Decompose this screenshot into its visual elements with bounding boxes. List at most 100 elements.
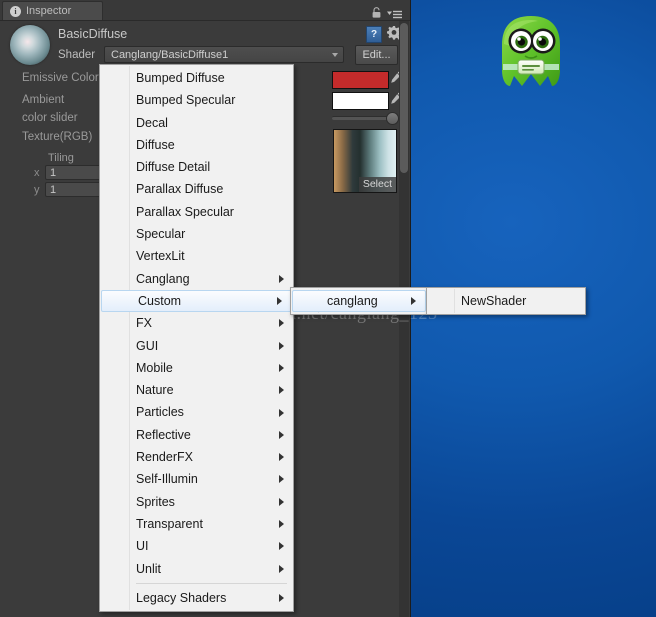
menu-item-self-illumin[interactable]: Self-Illumin (100, 468, 293, 490)
chevron-right-icon (279, 274, 284, 283)
inspector-vertical-scrollbar[interactable] (399, 21, 409, 617)
tiling-y-axis-label: y (34, 184, 40, 196)
menu-item-label: FX (136, 316, 152, 331)
shader-menu-items: Bumped Diffuse Bumped Specular Decal Diffus… (100, 67, 293, 609)
menu-item-vertexlit[interactable]: VertexLit (100, 245, 293, 267)
menu-item-bumped-diffuse[interactable]: Bumped Diffuse (100, 67, 293, 89)
menu-item-label: Particles (136, 405, 184, 420)
menu-item-label: RenderFX (136, 450, 193, 465)
menu-item-fx[interactable]: FX (100, 312, 293, 334)
custom-submenu-items: canglang (291, 290, 427, 313)
chevron-right-icon (411, 297, 416, 306)
menu-item-label: canglang (327, 294, 378, 308)
menu-item-label: Custom (138, 293, 182, 308)
menu-item-label: Decal (136, 115, 168, 130)
menu-item-ui[interactable]: UI (100, 535, 293, 557)
menu-item-particles[interactable]: Particles (100, 401, 293, 423)
menu-item-label: UI (136, 539, 149, 554)
help-book-icon[interactable]: ? (366, 26, 382, 43)
chevron-down-icon (332, 53, 338, 57)
menu-item-label: NewShader (461, 294, 527, 308)
chevron-right-icon (277, 297, 282, 306)
menu-item-label: Diffuse (136, 137, 175, 152)
canglang-submenu[interactable]: NewShader (426, 287, 586, 316)
color-slider-track[interactable] (332, 116, 394, 120)
chevron-right-icon (279, 593, 284, 602)
menu-item-reflective[interactable]: Reflective (100, 424, 293, 446)
menu-item-label: Unlit (136, 561, 162, 576)
chevron-right-icon (279, 564, 284, 573)
property-label-ambient: Ambient (22, 94, 65, 106)
menu-item-renderfx[interactable]: RenderFX (100, 446, 293, 468)
chevron-right-icon (279, 341, 284, 350)
color-slider-knob[interactable] (386, 112, 399, 125)
lock-icon[interactable] (372, 5, 381, 18)
menu-item-label: Nature (136, 383, 174, 398)
texture-select-label[interactable]: Select (358, 177, 396, 192)
menu-item-label: Parallax Specular (136, 204, 234, 219)
menu-item-label: Sprites (136, 494, 175, 509)
menu-item-specular[interactable]: Specular (100, 223, 293, 245)
menu-item-label: Transparent (136, 516, 203, 531)
chevron-right-icon (279, 475, 284, 484)
menu-item-diffuse-detail[interactable]: Diffuse Detail (100, 156, 293, 178)
chevron-right-icon (279, 386, 284, 395)
menu-item-bumped-specular[interactable]: Bumped Specular (100, 89, 293, 111)
chevron-right-icon (279, 408, 284, 417)
menu-item-label: Legacy Shaders (136, 590, 227, 605)
submenu-item-canglang[interactable]: canglang (292, 290, 426, 313)
menu-item-sprites[interactable]: Sprites (100, 491, 293, 513)
tab-inspector[interactable]: i Inspector (2, 1, 103, 20)
material-header: BasicDiffuse Shader Canglang/BasicDiffus… (0, 21, 410, 67)
chevron-right-icon (279, 430, 284, 439)
menu-item-label: Canglang (136, 271, 190, 286)
menu-item-label: VertexLit (136, 249, 185, 264)
menu-item-nature[interactable]: Nature (100, 379, 293, 401)
menu-item-label: Specular (136, 227, 186, 242)
custom-submenu[interactable]: canglang (290, 287, 428, 316)
menu-item-mobile[interactable]: Mobile (100, 357, 293, 379)
material-name: BasicDiffuse (58, 27, 128, 41)
green-monster-character (498, 14, 564, 88)
screen-root: i Inspector BasicDiffuse Shader Canglang… (0, 0, 656, 617)
scrollbar-thumb[interactable] (400, 23, 408, 173)
emissive-color-swatch[interactable] (332, 71, 389, 89)
ambient-color-swatch[interactable] (332, 92, 389, 110)
menu-item-label: Self-Illumin (136, 472, 198, 487)
shader-dropdown[interactable]: Canglang/BasicDiffuse1 (104, 46, 344, 63)
menu-item-label: Diffuse Detail (136, 160, 211, 175)
menu-item-gui[interactable]: GUI (100, 335, 293, 357)
menu-separator (136, 582, 287, 584)
property-label-emissive-color: Emissive Color (22, 72, 99, 84)
menu-item-diffuse[interactable]: Diffuse (100, 134, 293, 156)
material-preview-sphere (10, 25, 50, 65)
submenu-item-newshader[interactable]: NewShader (427, 290, 585, 312)
edit-shader-button[interactable]: Edit... (355, 45, 398, 65)
menu-item-unlit[interactable]: Unlit (100, 558, 293, 580)
menu-item-label: Parallax Diffuse (136, 182, 224, 197)
info-icon: i (10, 5, 21, 17)
shader-dropdown-menu[interactable]: Bumped Diffuse Bumped Specular Decal Diffus… (99, 64, 294, 613)
menu-item-legacy-shaders[interactable]: Legacy Shaders (100, 587, 293, 609)
inspector-tabstrip: i Inspector (0, 0, 410, 21)
menu-item-parallax-diffuse[interactable]: Parallax Diffuse (100, 178, 293, 200)
texture-preview[interactable]: Select (333, 129, 397, 193)
menu-item-canglang[interactable]: Canglang (100, 268, 293, 290)
shader-label: Shader (58, 49, 96, 61)
chevron-right-icon (279, 542, 284, 551)
menu-item-parallax-specular[interactable]: Parallax Specular (100, 201, 293, 223)
menu-item-decal[interactable]: Decal (100, 112, 293, 134)
menu-item-label: Bumped Diffuse (136, 71, 225, 85)
hamburger-menu-icon[interactable] (387, 6, 402, 19)
menu-item-label: Reflective (136, 427, 191, 442)
menu-item-label: GUI (136, 338, 159, 353)
tab-inspector-label: Inspector (26, 5, 72, 17)
chevron-right-icon (279, 453, 284, 462)
menu-item-transparent[interactable]: Transparent (100, 513, 293, 535)
menu-item-custom[interactable]: Custom (101, 289, 292, 313)
menu-item-label: Bumped Specular (136, 93, 236, 108)
chevron-right-icon (279, 319, 284, 328)
property-label-color-slider: color slider (22, 112, 78, 124)
shader-dropdown-value: Canglang/BasicDiffuse1 (111, 48, 229, 61)
tiling-x-axis-label: x (34, 167, 40, 179)
